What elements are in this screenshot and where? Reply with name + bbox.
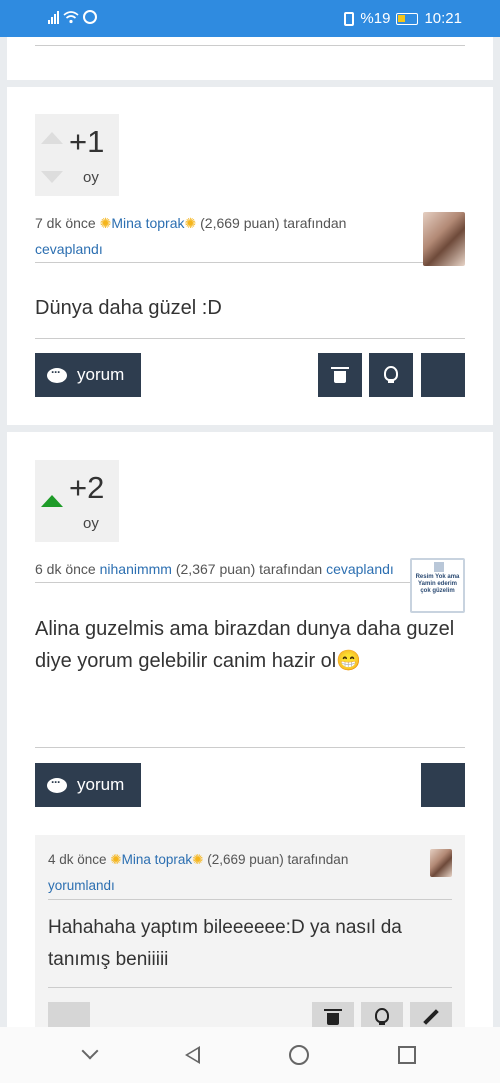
comment-bubble-icon: [47, 775, 67, 793]
recent-apps-icon[interactable]: [397, 1046, 416, 1064]
battery-icon: [396, 12, 419, 25]
star-icon: ✺: [184, 215, 197, 231]
comment-button-label: yorum: [77, 365, 125, 384]
answer-text: Alina guzelmis ama birazdan dunya daha g…: [35, 618, 455, 672]
status-bar: %19 10:21: [0, 0, 500, 37]
comment-box: 4 dk önce ✺Mina toprak✺ (2,669 puan) tar…: [35, 835, 465, 1035]
star-icon: ✺: [192, 852, 204, 867]
user-avatar[interactable]: [430, 849, 452, 877]
star-icon: ✺: [110, 852, 122, 867]
user-link[interactable]: Mina toprak: [111, 215, 184, 231]
trash-icon: [331, 367, 349, 383]
points: (2,669 puan) tarafından: [196, 215, 347, 231]
trash-icon: [324, 1009, 342, 1025]
divider: [48, 987, 452, 988]
avatar-text: Resim Yok ama Yamin ederim çok güzelim: [415, 574, 460, 594]
divider: [35, 338, 465, 339]
action-link[interactable]: cevaplandı: [326, 561, 394, 577]
vote-label: oy: [83, 169, 99, 186]
delete-button[interactable]: [318, 353, 362, 397]
answer-card: +1 oy 7 dk önce ✺Mina toprak✺ (2,669 pua…: [7, 87, 493, 425]
timestamp: 4 dk önce: [48, 852, 111, 867]
vibrate-icon: [344, 11, 355, 26]
comment-button-label: yorum: [77, 775, 125, 794]
user-avatar[interactable]: Resim Yok ama Yamin ederim çok güzelim: [410, 558, 465, 613]
back-icon[interactable]: [185, 1046, 201, 1064]
pencil-icon: [423, 1009, 439, 1025]
best-answer-button[interactable]: [369, 353, 413, 397]
more-button[interactable]: [421, 353, 465, 397]
answer-meta: 6 dk önce nihanimmm (2,367 puan) tarafın…: [35, 556, 415, 582]
user-link[interactable]: Mina toprak: [122, 852, 193, 867]
vote-box: +2 oy: [35, 460, 119, 542]
meta-underline: [48, 899, 452, 900]
comment-button[interactable]: yorum: [35, 353, 141, 397]
upvote-arrow-icon[interactable]: [41, 132, 63, 144]
more-button[interactable]: [421, 763, 465, 807]
answer-text: Dünya daha güzel :D: [35, 297, 222, 319]
hide-nav-icon[interactable]: [81, 1042, 99, 1060]
system-navigation-bar: [0, 1027, 500, 1083]
wifi-icon: [63, 11, 79, 24]
divider: [35, 45, 465, 46]
vote-box: +1 oy: [35, 114, 119, 196]
comment-meta: 4 dk önce ✺Mina toprak✺ (2,669 puan) tar…: [48, 847, 403, 899]
upvote-arrow-icon[interactable]: [41, 495, 63, 507]
battery-percent: %19: [360, 10, 391, 27]
action-link[interactable]: cevaplandı: [35, 241, 103, 257]
user-avatar[interactable]: [423, 212, 465, 266]
timestamp: 7 dk önce: [35, 215, 100, 231]
answer-card: +2 oy 6 dk önce nihanimmm (2,367 puan) t…: [7, 432, 493, 1035]
lightbulb-icon: [384, 366, 398, 384]
vote-count: +2: [69, 470, 105, 505]
action-link[interactable]: yorumlandı: [48, 878, 115, 893]
previous-card: [7, 37, 493, 80]
lightbulb-icon: [375, 1008, 389, 1026]
meta-underline: [35, 262, 423, 263]
divider: [35, 747, 465, 748]
whatsapp-icon: [83, 10, 97, 24]
points: (2,367 puan) tarafından: [171, 561, 327, 577]
points: (2,669 puan) tarafından: [203, 852, 349, 867]
answer-meta: 7 dk önce ✺Mina toprak✺ (2,669 puan) tar…: [35, 210, 395, 262]
home-icon[interactable]: [288, 1045, 309, 1065]
meta-underline: [35, 582, 410, 583]
star-icon: ✺: [99, 215, 112, 231]
comment-bubble-icon: [47, 365, 67, 383]
comment-text: Hahahaha yaptım bileeeeee:D ya nasıl da …: [48, 917, 402, 970]
downvote-arrow-icon[interactable]: [41, 171, 63, 183]
signal-icon: [48, 10, 59, 24]
user-link[interactable]: nihanimmm: [100, 561, 172, 577]
timestamp: 6 dk önce: [35, 561, 100, 577]
vote-count: +1: [69, 124, 105, 159]
comment-button[interactable]: yorum: [35, 763, 141, 807]
vote-label: oy: [83, 515, 99, 532]
clock: 10:21: [424, 10, 462, 27]
